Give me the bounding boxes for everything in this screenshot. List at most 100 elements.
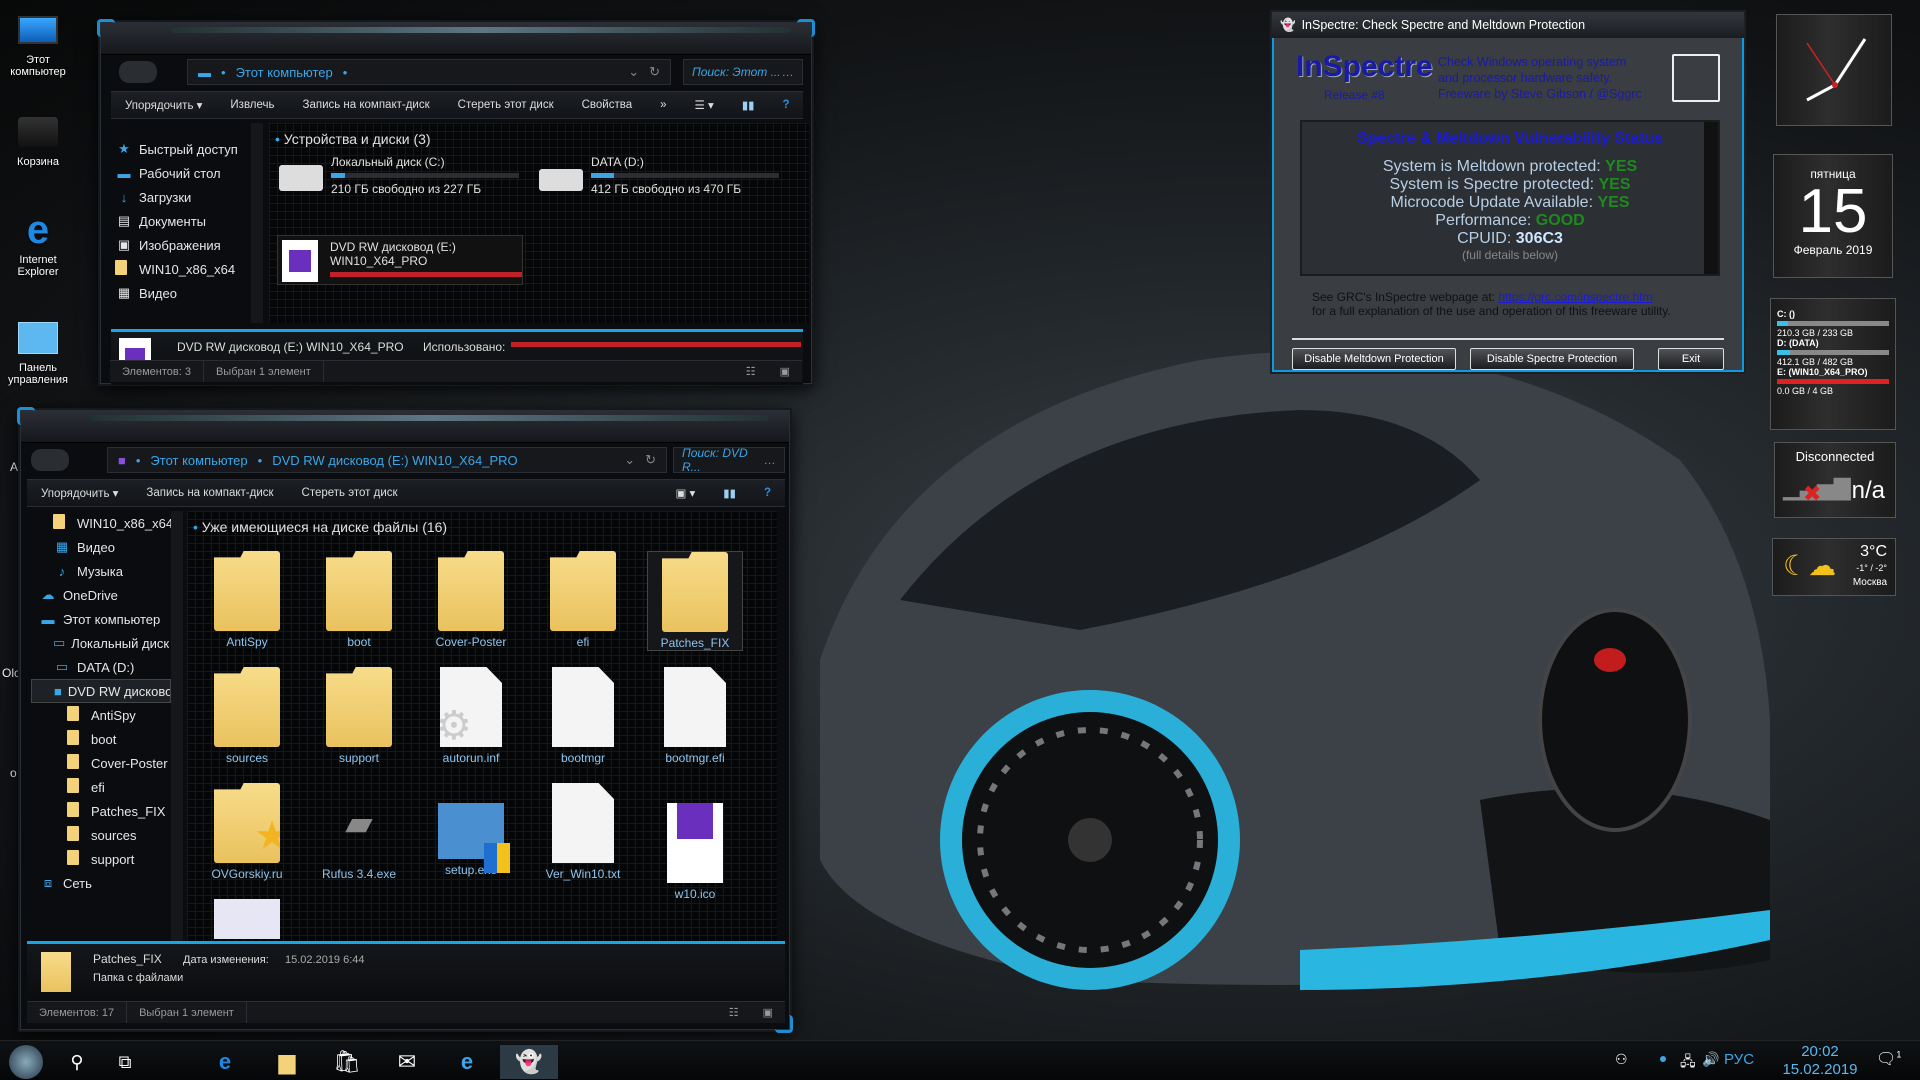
more-commands-button[interactable]: » [646, 99, 680, 111]
nav-item[interactable]: ▦ Видео [31, 535, 171, 559]
file-item[interactable]: AntiSpy [199, 551, 295, 649]
drive-item-d[interactable]: DATA (D:) 412 ГБ свободно из 470 ГБ [539, 155, 779, 196]
nav-item-desktop[interactable]: ▬ Рабочий стол [115, 161, 245, 185]
taskbar-app-explorer[interactable]: ▆ [258, 1045, 316, 1079]
file-item[interactable]: efi [535, 551, 631, 649]
desktop-icon-control-panel[interactable]: Панель управления [4, 318, 72, 386]
search-button[interactable]: ⚲ [52, 1045, 102, 1079]
nav-item-folder[interactable]: WIN10_x86_x64 [115, 257, 245, 281]
nav-scrollbar[interactable] [171, 511, 183, 951]
help-icon[interactable]: ? [750, 487, 785, 499]
organize-button[interactable]: Упорядочить ▾ [111, 98, 216, 112]
status-scrollbar[interactable] [1704, 122, 1718, 274]
nav-item[interactable]: boot [31, 727, 171, 751]
erase-disc-button[interactable]: Стереть этот диск [288, 487, 412, 499]
details-view-icon[interactable]: ☷ [734, 361, 768, 382]
organize-button[interactable]: Упорядочить ▾ [27, 486, 132, 500]
preview-pane-icon[interactable]: ▮▮ [709, 486, 750, 500]
disable-meltdown-button[interactable]: Disable Meltdown Protection [1292, 348, 1456, 370]
file-item[interactable]: boot [311, 551, 407, 649]
nav-item[interactable]: ♪ Музыка [31, 559, 171, 583]
desktop-icon-recycle-bin[interactable]: Корзина [4, 112, 72, 168]
desktop-icon-this-pc[interactable]: Этот компьютер [4, 10, 72, 78]
help-icon[interactable]: ? [768, 99, 803, 111]
file-item[interactable]: Cover-Poster [423, 551, 519, 649]
nav-item-quick-access[interactable]: ★ Быстрый доступ [115, 137, 245, 161]
search-input[interactable]: Поиск: DVD R...… [673, 446, 785, 474]
nav-item[interactable]: efi [31, 775, 171, 799]
large-icons-view-icon[interactable]: ▣ [751, 1002, 785, 1023]
search-input[interactable]: Поиск: Этот ...… [683, 59, 803, 85]
file-item[interactable]: bootmgr [535, 667, 631, 765]
refresh-icon[interactable]: ↻ [645, 452, 656, 468]
breadcrumb-this-pc[interactable]: Этот компьютер [150, 453, 247, 468]
nav-item[interactable]: ▭ DATA (D:) [31, 655, 171, 679]
address-bar[interactable]: ■ • Этот компьютер • DVD RW дисковод (E:) … [107, 447, 667, 473]
taskbar-app-mail[interactable]: ✉ [378, 1045, 436, 1079]
nav-item-video[interactable]: ▦ Видео [115, 281, 245, 305]
chevron-down-icon[interactable]: ⌄ [624, 452, 635, 468]
nav-item[interactable]: Cover-Poster [31, 751, 171, 775]
drive-item-dvd[interactable]: DVD RW дисковод (E:) WIN10_X64_PRO [277, 235, 523, 285]
taskbar-app-ie[interactable]: e [438, 1045, 496, 1079]
nav-item[interactable]: support [31, 847, 171, 871]
nav-item[interactable]: WIN10_x86_x64 [31, 511, 171, 535]
drive-item-c[interactable]: Локальный диск (C:) 210 ГБ свободно из 22… [279, 155, 519, 196]
desktop-icon-internet-explorer[interactable]: e Internet Explorer [4, 208, 72, 279]
network-tray-icon[interactable]: 🖧 [1680, 1051, 1696, 1075]
file-item[interactable]: ★ OVGorskiy.ru [199, 783, 295, 881]
file-item[interactable]: bootmgr.efi [647, 667, 743, 765]
task-view-button[interactable]: ⧉ [100, 1045, 150, 1079]
calendar-gadget[interactable]: пятница 15 Февраль 2019 [1773, 154, 1893, 278]
refresh-icon[interactable]: ↻ [649, 64, 660, 80]
burn-disc-button[interactable]: Запись на компакт-диск [132, 487, 287, 499]
clock-gadget[interactable] [1776, 14, 1892, 126]
language-indicator[interactable]: РУС [1724, 1051, 1754, 1068]
volume-icon[interactable]: 🔊 [1702, 1051, 1719, 1068]
nav-item[interactable]: Patches_FIX [31, 799, 171, 823]
chevron-down-icon[interactable]: ⌄ [628, 64, 639, 80]
file-item[interactable]: w10.ico [647, 783, 743, 901]
preview-pane-icon[interactable]: ▮▮ [728, 98, 769, 112]
nav-item[interactable]: ■DVD RW дисковод (E:) [31, 679, 171, 703]
back-forward-buttons[interactable] [119, 61, 157, 83]
file-item[interactable]: sources [199, 667, 295, 765]
title-bar[interactable] [21, 411, 789, 443]
group-header[interactable]: • Устройства и диски (3) [275, 131, 431, 147]
file-item[interactable]: setup.exe [423, 783, 519, 877]
nav-item-pictures[interactable]: ▣ Изображения [115, 233, 245, 257]
eject-button[interactable]: Извлечь [216, 99, 288, 111]
title-bar[interactable]: 👻 InSpectre: Check Spectre and Meltdown P… [1272, 12, 1744, 38]
nav-item[interactable]: sources [31, 823, 171, 847]
taskbar-app-edge[interactable]: e [196, 1045, 254, 1079]
details-view-icon[interactable]: ☷ [717, 1002, 751, 1023]
taskbar-app-inspectre[interactable]: 👻 [500, 1045, 558, 1079]
file-item[interactable]: ▰ Rufus 3.4.exe [311, 783, 407, 881]
title-bar[interactable] [101, 23, 811, 55]
exit-button[interactable]: Exit [1658, 348, 1724, 370]
taskbar-app-store[interactable]: 🛍 [318, 1045, 376, 1079]
file-item[interactable]: Patches_FIX [647, 551, 743, 651]
nav-item[interactable]: AntiSpy [31, 703, 171, 727]
erase-disc-button[interactable]: Стереть этот диск [444, 99, 568, 111]
burn-disc-button[interactable]: Запись на компакт-диск [289, 99, 444, 111]
view-options-icon[interactable]: ▣ ▾ [661, 486, 709, 500]
nav-scrollbar[interactable] [251, 123, 263, 323]
group-header[interactable]: • Уже имеющиеся на диске файлы (16) [193, 519, 447, 535]
address-bar[interactable]: ▬ • Этот компьютер • ⌄ ↻ [187, 59, 671, 85]
nav-item[interactable]: ☁ OneDrive [31, 583, 171, 607]
people-icon[interactable]: ⚇ [1615, 1051, 1628, 1068]
large-icons-view-icon[interactable]: ▣ [768, 361, 802, 382]
breadcrumb-this-pc[interactable]: Этот компьютер [236, 65, 333, 80]
file-item[interactable]: ⚙ autorun.inf [423, 667, 519, 765]
breadcrumb-dvd[interactable]: DVD RW дисковод (E:) WIN10_X64_PRO [272, 453, 517, 468]
nav-item[interactable]: ▬ Этот компьютер [31, 607, 171, 631]
file-item[interactable]: Ver_Win10.txt [535, 783, 631, 881]
disable-spectre-button[interactable]: Disable Spectre Protection [1470, 348, 1634, 370]
drive-monitor-gadget[interactable]: C: () 210.3 GB / 233 GB D: (DATA) 412.1 GB … [1770, 298, 1896, 430]
start-button[interactable] [0, 1045, 52, 1079]
nav-item-downloads[interactable]: ↓ Загрузки [115, 185, 245, 209]
nav-item-documents[interactable]: ▤ Документы [115, 209, 245, 233]
properties-button[interactable]: Свойства [568, 99, 647, 111]
back-forward-buttons[interactable] [31, 449, 69, 471]
